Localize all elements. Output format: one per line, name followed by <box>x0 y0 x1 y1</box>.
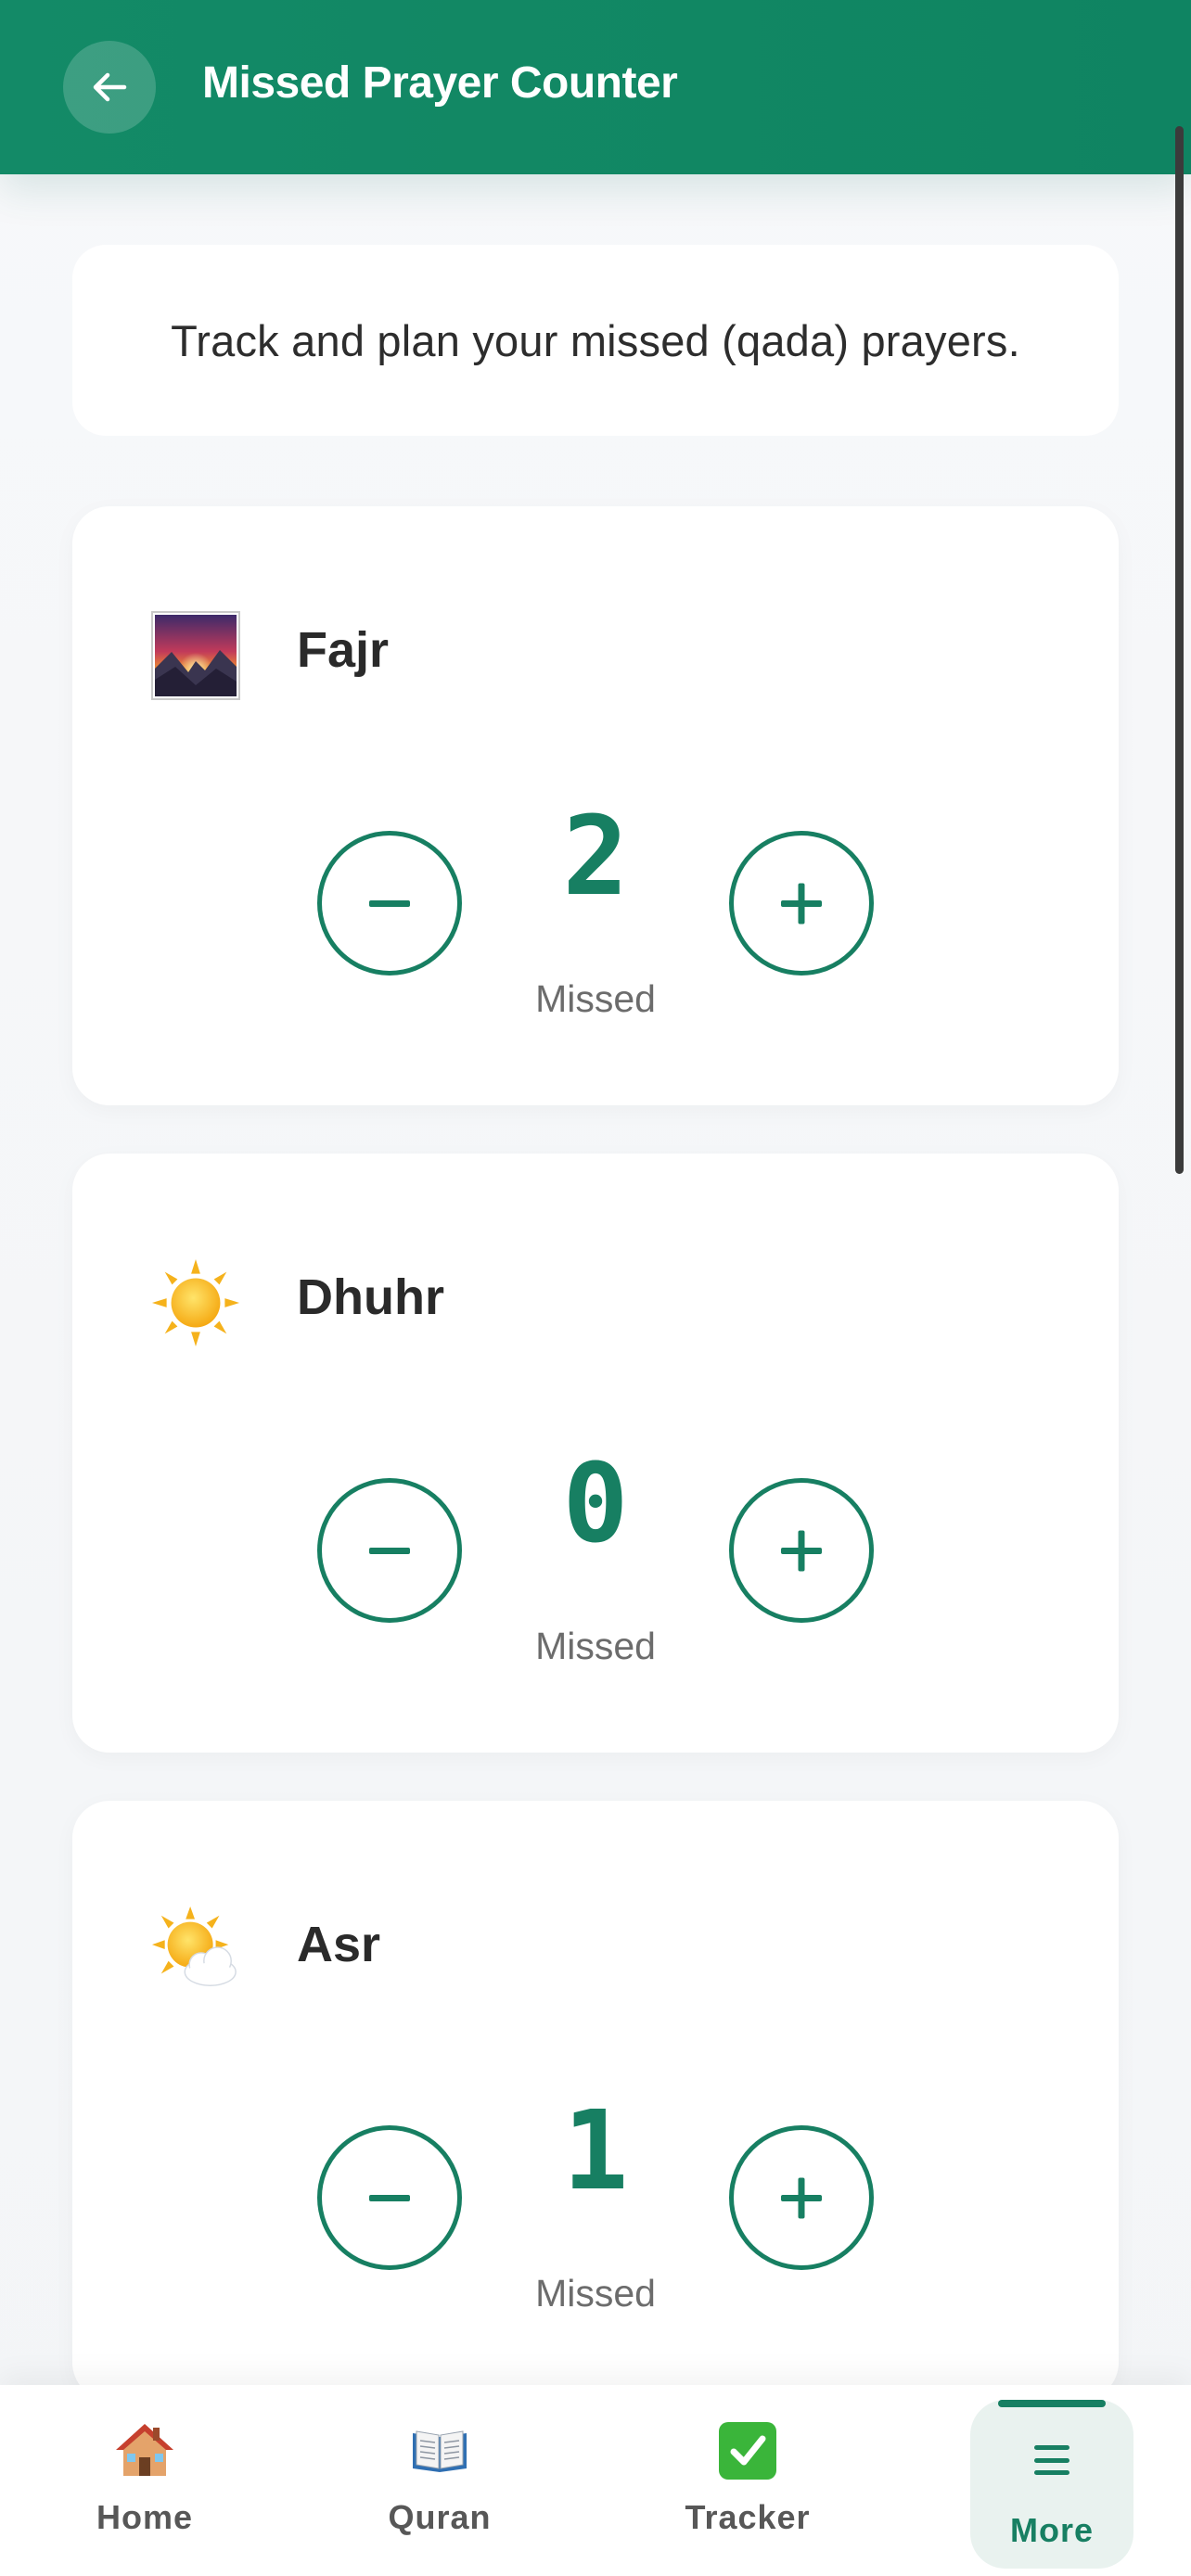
prayer-card-fajr: Fajr 2 Missed <box>72 506 1119 1105</box>
prayer-card-asr: Asr 1 Missed <box>72 1801 1119 2400</box>
house-icon <box>114 2417 175 2485</box>
minus-icon <box>369 2195 410 2201</box>
check-mark-icon <box>719 2417 776 2485</box>
nav-item-quran[interactable]: Quran <box>356 2385 523 2576</box>
prayer-name: Fajr <box>297 622 390 678</box>
intro-text: Track and plan your missed (qada) prayer… <box>171 315 1020 365</box>
plus-icon <box>781 2177 822 2219</box>
minus-icon <box>369 1548 410 1554</box>
increment-button-dhuhr[interactable] <box>729 1478 874 1623</box>
nav-label-home: Home <box>96 2498 194 2536</box>
nav-item-tracker[interactable]: Tracker <box>664 2385 831 2576</box>
missed-count-dhuhr: 0 <box>562 1439 629 1567</box>
prayer-name: Dhuhr <box>297 1269 444 1325</box>
prayer-name: Asr <box>297 1917 381 1972</box>
nav-item-more[interactable]: More <box>970 2400 1133 2569</box>
missed-label: Missed <box>535 2272 656 2315</box>
sun-icon <box>150 1257 241 1348</box>
active-tab-indicator <box>998 2400 1106 2407</box>
nav-item-home[interactable]: Home <box>61 2385 228 2576</box>
open-book-icon <box>409 2417 470 2485</box>
app-screen: Missed Prayer Counter Track and plan you… <box>0 0 1191 2576</box>
intro-card: Track and plan your missed (qada) prayer… <box>72 245 1119 436</box>
missed-count-fajr: 2 <box>562 792 629 920</box>
nav-label-quran: Quran <box>388 2498 492 2536</box>
increment-button-asr[interactable] <box>729 2125 874 2270</box>
arrow-left-icon <box>93 72 127 102</box>
missed-count-asr: 1 <box>562 2086 629 2214</box>
page-title: Missed Prayer Counter <box>202 58 678 108</box>
minus-icon <box>369 900 410 907</box>
plus-icon <box>781 883 822 925</box>
decrement-button-fajr[interactable] <box>317 831 462 976</box>
decrement-button-asr[interactable] <box>317 2125 462 2270</box>
missed-label: Missed <box>535 977 656 1020</box>
plus-icon <box>781 1530 822 1572</box>
increment-button-fajr[interactable] <box>729 831 874 976</box>
sun-behind-cloud-icon <box>150 1905 241 1996</box>
nav-label-more: More <box>1009 2511 1094 2549</box>
missed-label: Missed <box>535 1625 656 1667</box>
sunrise-over-mountains-icon <box>150 610 241 701</box>
app-header: Missed Prayer Counter <box>0 0 1191 174</box>
menu-icon <box>1034 2426 1069 2494</box>
back-button[interactable] <box>63 41 156 134</box>
decrement-button-dhuhr[interactable] <box>317 1478 462 1623</box>
nav-label-tracker: Tracker <box>685 2498 811 2536</box>
bottom-nav: Home Quran Tracker More <box>0 2385 1191 2576</box>
prayer-card-dhuhr: Dhuhr 0 Missed <box>72 1154 1119 1753</box>
scrollbar[interactable] <box>1175 126 1184 1174</box>
